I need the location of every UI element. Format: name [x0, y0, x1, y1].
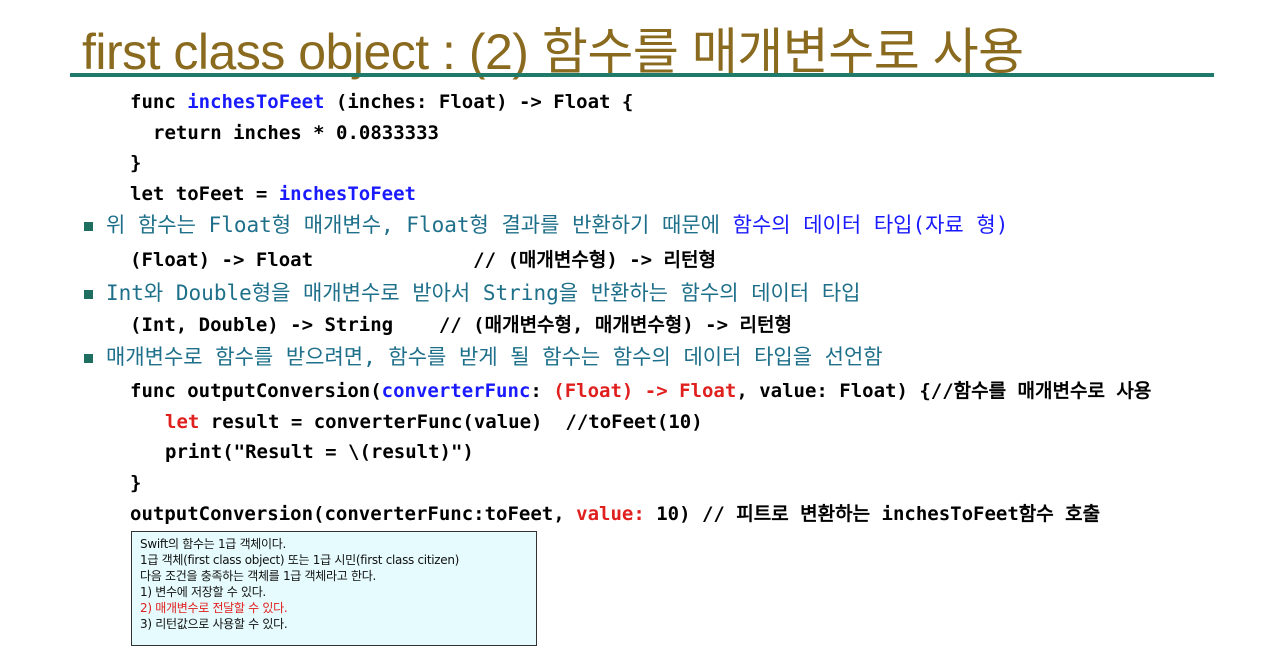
- code-line: return inches * 0.0833333: [153, 122, 439, 144]
- note-line: Swift의 함수는 1급 객체이다.: [140, 537, 287, 551]
- bullet-marker: [84, 290, 93, 299]
- bullet-text: 매개변수로 함수를 받으려면, 함수를 받게 될 함수는 함수의 데이터 타입을…: [106, 345, 883, 369]
- code-line: let toFeet = inchesToFeet: [130, 183, 416, 205]
- note-line: 3) 리턴값으로 사용할 수 있다.: [140, 617, 288, 631]
- note-line: 1급 객체(first class object) 또는 1급 시민(first…: [140, 553, 460, 567]
- bullet-text: 위 함수는 Float형 매개변수, Float형 결과를 반환하기 때문에 함…: [106, 213, 1009, 237]
- code-line: }: [130, 472, 142, 494]
- code-line: func inchesToFeet (inches: Float) -> Flo…: [130, 91, 634, 113]
- bullet-marker: [84, 354, 93, 363]
- code-line: (Int, Double) -> String // (매개변수형, 매개변수형…: [130, 314, 792, 336]
- note-line-highlight: 2) 매개변수로 전달할 수 있다.: [140, 601, 288, 615]
- title-divider: [70, 73, 1214, 77]
- note-box: Swift의 함수는 1급 객체이다. 1급 객체(first class ob…: [131, 531, 537, 646]
- code-line: outputConversion(converterFunc:toFeet, v…: [130, 503, 1101, 525]
- code-line: print("Result = \(result)"): [165, 441, 474, 463]
- code-line: }: [130, 152, 142, 174]
- note-line: 1) 변수에 저장할 수 있다.: [140, 585, 266, 599]
- bullet-text: Int와 Double형을 매개변수로 받아서 String을 반환하는 함수의…: [106, 281, 861, 305]
- note-line: 다음 조건을 충족하는 객체를 1급 객체라고 한다.: [140, 569, 376, 583]
- bullet-marker: [84, 222, 93, 231]
- code-line: (Float) -> Float // (매개변수형) -> 리턴형: [130, 249, 716, 271]
- code-line: func outputConversion(converterFunc: (Fl…: [130, 380, 1152, 402]
- code-line: let result = converterFunc(value) //toFe…: [165, 411, 703, 433]
